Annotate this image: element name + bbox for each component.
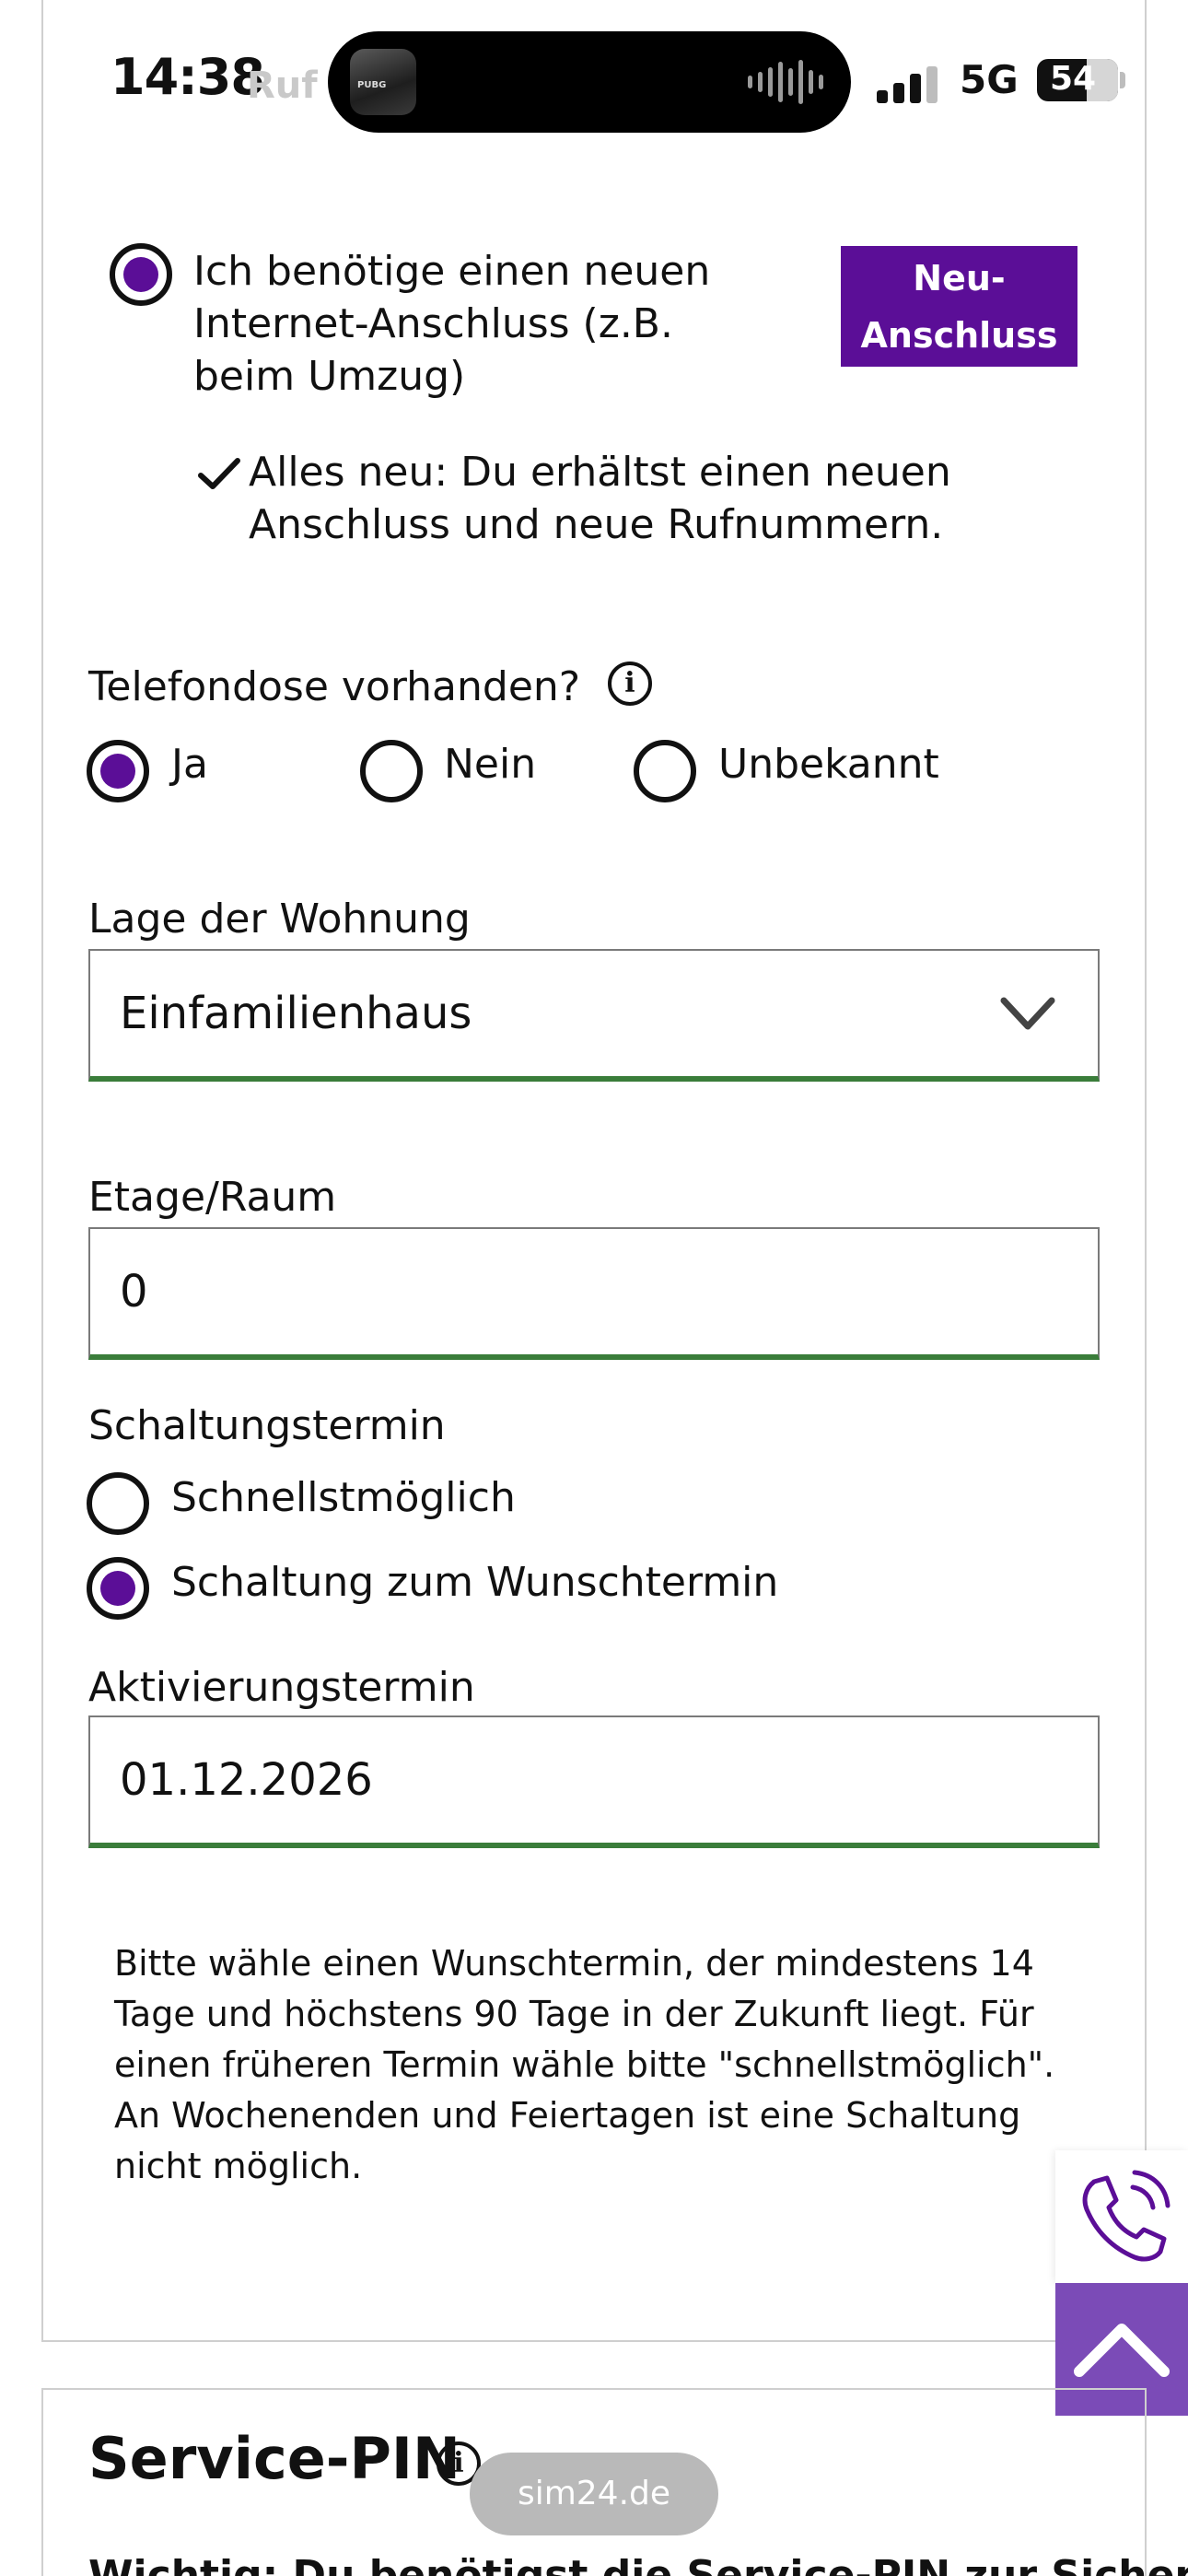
radio-ja-label[interactable]: Ja bbox=[171, 741, 208, 788]
schaltung-label: Schaltungstermin bbox=[88, 1402, 446, 1449]
browser-url-pill[interactable]: sim24.de bbox=[470, 2453, 718, 2535]
lage-label: Lage der Wohnung bbox=[88, 896, 471, 943]
check-icon bbox=[198, 458, 240, 489]
chevron-down-icon bbox=[1000, 997, 1055, 1030]
info-icon[interactable]: i bbox=[608, 662, 652, 706]
etage-label: Etage/Raum bbox=[88, 1174, 337, 1221]
service-pin-text: Wichtig: Du benötigst die Service-PIN zu… bbox=[88, 2552, 1188, 2576]
radio-nein[interactable] bbox=[360, 740, 423, 802]
aktivierung-value: 01.12.2026 bbox=[120, 1754, 373, 1806]
radio-neuanschluss[interactable] bbox=[110, 243, 172, 306]
radio-nein-label[interactable]: Nein bbox=[444, 741, 536, 788]
etage-value: 0 bbox=[120, 1266, 148, 1317]
radio-ja[interactable] bbox=[87, 740, 149, 802]
page: 14:38 Ruf PUBG 5G 54 Ich benötige einen … bbox=[0, 0, 1188, 2576]
telefondose-label: Telefondose vorhanden? bbox=[88, 663, 581, 710]
radio-wunschtermin[interactable] bbox=[87, 1557, 149, 1620]
phone-icon bbox=[1082, 2170, 1171, 2262]
neuanschluss-note: Alles neu: Du erhältst einen neuen Ansch… bbox=[249, 449, 951, 548]
neuanschluss-badge: Neu-Anschluss bbox=[841, 246, 1077, 367]
aktivierung-input[interactable]: 01.12.2026 bbox=[88, 1715, 1100, 1848]
radio-unbekannt-label[interactable]: Unbekannt bbox=[718, 741, 939, 788]
lage-value: Einfamilienhaus bbox=[120, 988, 472, 1039]
lage-select[interactable]: Einfamilienhaus bbox=[88, 949, 1100, 1082]
radio-unbekannt[interactable] bbox=[634, 740, 696, 802]
neuanschluss-label[interactable]: Ich benötige einen neuen Internet-Anschl… bbox=[193, 245, 783, 403]
radio-schnellstmoeglich[interactable] bbox=[87, 1472, 149, 1535]
service-pin-title: Service-PIN bbox=[88, 2425, 460, 2492]
termin-hint: Bitte wähle einen Wunschtermin, der mind… bbox=[114, 1943, 1055, 2186]
etage-input[interactable]: 0 bbox=[88, 1227, 1100, 1360]
aktivierung-label: Aktivierungstermin bbox=[88, 1664, 475, 1711]
radio-schnellstmoeglich-label[interactable]: Schnellstmöglich bbox=[171, 1474, 516, 1521]
call-button[interactable] bbox=[1055, 2150, 1188, 2283]
radio-wunschtermin-label[interactable]: Schaltung zum Wunschtermin bbox=[171, 1559, 778, 1606]
